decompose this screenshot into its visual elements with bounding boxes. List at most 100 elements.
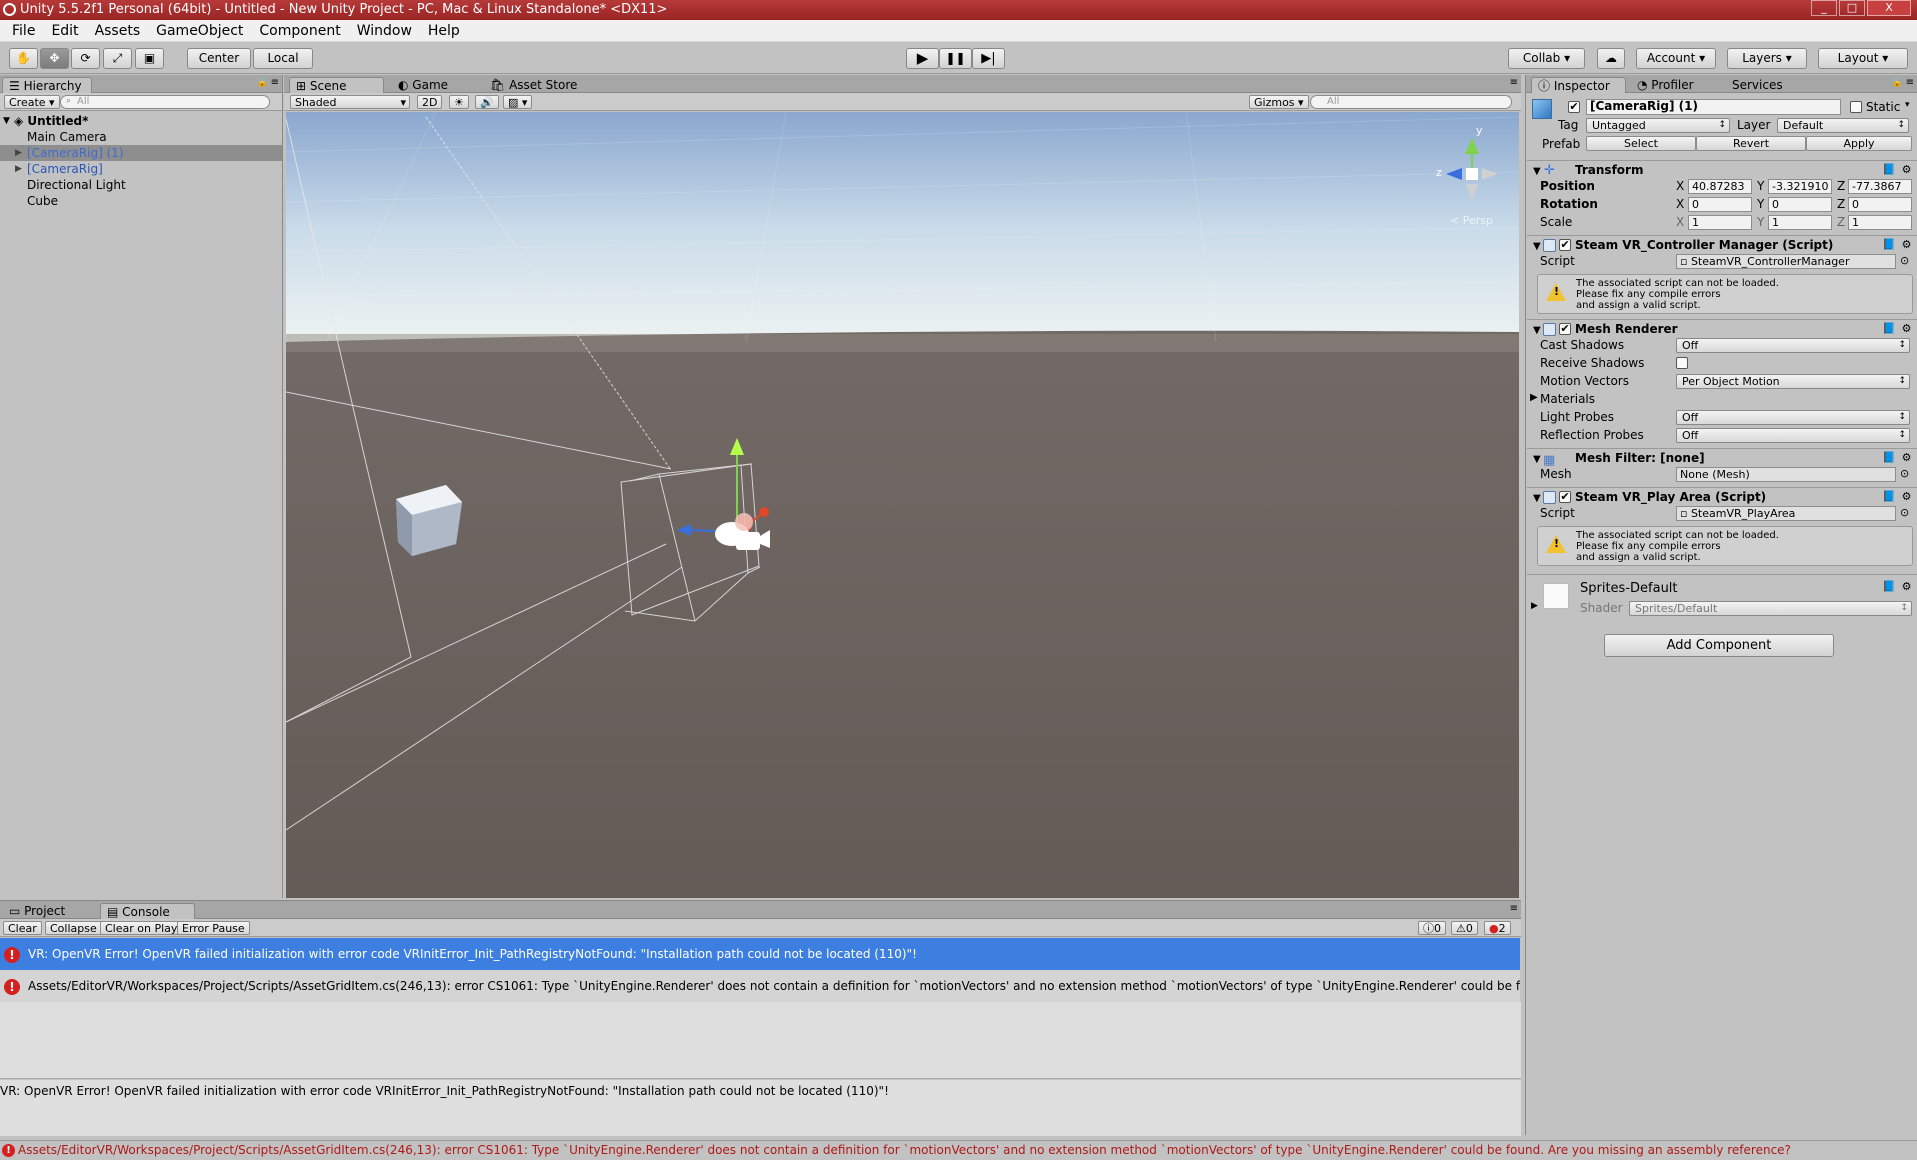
settings-gear-icon[interactable]: ⚙ [1900,239,1913,252]
shading-mode-dropdown[interactable]: Shaded ▾ [290,95,410,109]
rotation-y-field[interactable]: 0 [1768,197,1832,212]
tab-project[interactable]: ▭ Project [3,903,93,919]
rotation-z-field[interactable]: 0 [1848,197,1912,212]
motion-vectors-dropdown[interactable]: Per Object Motion [1676,374,1910,389]
prefab-revert-button[interactable]: Revert [1696,136,1806,151]
panel-menu-icon[interactable]: ≡ [1906,77,1914,88]
rotate-tool-icon[interactable]: ⟳ [71,48,100,69]
layout-dropdown[interactable]: Layout ▾ [1818,48,1908,69]
expand-arrow-icon[interactable]: ▶ [1531,601,1538,611]
mesh-field[interactable]: None (Mesh) [1676,467,1896,482]
error-count-toggle[interactable]: ●2 [1484,921,1511,935]
panel-menu-icon[interactable]: ≡ [1510,77,1518,88]
step-icon[interactable]: ▶| [972,48,1005,69]
hierarchy-item[interactable]: Main Camera [0,129,282,145]
object-picker-icon[interactable]: ⊙ [1900,467,1909,480]
expand-arrow-icon[interactable]: ▶ [15,161,22,177]
hierarchy-item[interactable]: Directional Light [0,177,282,193]
object-name-field[interactable]: [CameraRig] (1) [1586,99,1841,115]
shader-dropdown[interactable]: Sprites/Default [1629,601,1912,616]
status-bar[interactable]: ! Assets/EditorVR/Workspaces/Project/Scr… [0,1140,1917,1160]
warning-count-toggle[interactable]: ⚠0 [1451,921,1478,935]
account-dropdown[interactable]: Account ▾ [1636,48,1716,69]
collab-button[interactable]: Collab ▾ [1508,48,1585,69]
layer-dropdown[interactable]: Default [1777,118,1909,133]
tab-hierarchy[interactable]: ☰ Hierarchy [2,77,92,93]
settings-gear-icon[interactable]: ⚙ [1900,323,1913,336]
help-icon[interactable]: 📘 [1882,491,1896,504]
hierarchy-item-selected[interactable]: ▶ [CameraRig] (1) [0,145,282,161]
prefab-select-button[interactable]: Select [1586,136,1696,151]
play-icon[interactable]: ▶ [906,48,939,69]
help-icon[interactable]: 📘 [1882,581,1896,594]
transform-header[interactable]: ▼ ✛ Transform 📘 ⚙ [1527,160,1917,179]
menu-help[interactable]: Help [420,23,468,39]
console-message-selected[interactable]: ! VR: OpenVR Error! OpenVR failed initia… [0,938,1520,970]
tab-scene[interactable]: ⊞ Scene [289,77,384,93]
tab-inspector[interactable]: ⓘ Inspector [1531,77,1626,93]
tab-profiler[interactable]: ◔ Profiler [1631,77,1716,93]
settings-gear-icon[interactable]: ⚙ [1900,452,1913,465]
static-dropdown-icon[interactable]: ▾ [1905,100,1910,110]
console-message[interactable]: ! Assets/EditorVR/Workspaces/Project/Scr… [0,970,1520,1002]
hierarchy-search-input[interactable]: All [60,95,270,109]
object-picker-icon[interactable]: ⊙ [1900,506,1909,519]
settings-gear-icon[interactable]: ⚙ [1900,581,1913,594]
menu-edit[interactable]: Edit [43,23,86,39]
lighting-toggle-icon[interactable]: ☀ [449,95,469,109]
lock-icon[interactable]: 🔒 [1892,78,1903,88]
tab-game[interactable]: ◐ Game [392,77,472,93]
pivot-center-button[interactable]: Center [187,48,251,69]
panel-menu-icon[interactable]: ≡ [1510,903,1518,914]
panel-menu-icon[interactable]: ≡ [271,77,279,88]
settings-gear-icon[interactable]: ⚙ [1900,491,1913,504]
rect-tool-icon[interactable]: ▣ [135,48,164,69]
tab-services[interactable]: Services [1726,77,1811,93]
static-checkbox[interactable] [1850,101,1862,113]
help-icon[interactable]: 📘 [1882,323,1896,336]
prefab-apply-button[interactable]: Apply [1806,136,1912,151]
rotation-x-field[interactable]: 0 [1688,197,1752,212]
menu-file[interactable]: File [4,23,43,39]
pivot-local-button[interactable]: Local [253,48,313,69]
expand-arrow-icon[interactable]: ▼ [3,113,10,129]
scale-y-field[interactable]: 1 [1768,215,1832,230]
help-icon[interactable]: 📘 [1882,239,1896,252]
tab-console[interactable]: ▤ Console [100,903,195,919]
layers-dropdown[interactable]: Layers ▾ [1727,48,1807,69]
scale-x-field[interactable]: 1 [1688,215,1752,230]
component-enabled-checkbox[interactable]: ✔ [1559,491,1571,503]
console-detail-pane[interactable]: VR: OpenVR Error! OpenVR failed initiali… [0,1080,1521,1136]
pause-icon[interactable]: ❚❚ [939,48,972,69]
script-field[interactable]: ▫ SteamVR_PlayArea [1676,506,1896,521]
help-icon[interactable]: 📘 [1882,452,1896,465]
add-component-button[interactable]: Add Component [1604,634,1834,657]
scene-row[interactable]: ▼ ◈ Untitled* [0,113,282,129]
collapse-button[interactable]: Collapse [45,921,102,935]
scene-viewport[interactable]: y z < Persp [286,112,1519,898]
active-checkbox[interactable]: ✔ [1568,101,1580,113]
mesh-filter-header[interactable]: ▼ ▦ Mesh Filter: [none] 📘 ⚙ [1527,448,1917,468]
tag-dropdown[interactable]: Untagged [1586,118,1730,133]
mesh-renderer-header[interactable]: ▼ ✔ Mesh Renderer 📘 ⚙ [1527,319,1917,338]
component-enabled-checkbox[interactable]: ✔ [1559,239,1571,251]
scene-search-input[interactable]: All [1310,95,1512,109]
position-z-field[interactable]: -77.3867 [1848,179,1912,194]
hierarchy-item[interactable]: Cube [0,193,282,209]
cloud-icon[interactable]: ☁ [1597,48,1625,69]
create-dropdown[interactable]: Create ▾ [4,95,60,109]
gizmos-dropdown[interactable]: Gizmos ▾ [1249,95,1309,109]
light-probes-dropdown[interactable]: Off [1676,410,1910,425]
play-area-header[interactable]: ▼ ✔ Steam VR_Play Area (Script) 📘 ⚙ [1527,487,1917,506]
menu-component[interactable]: Component [251,23,348,39]
reflection-probes-dropdown[interactable]: Off [1676,428,1910,443]
position-y-field[interactable]: -3.321910 [1768,179,1832,194]
component-enabled-checkbox[interactable]: ✔ [1559,323,1571,335]
minimize-button[interactable]: _ [1811,0,1837,16]
script-field[interactable]: ▫ SteamVR_ControllerManager [1676,254,1896,269]
effects-dropdown-icon[interactable]: ▨ ▾ [503,95,533,109]
menu-assets[interactable]: Assets [87,23,149,39]
hand-tool-icon[interactable]: ✋ [9,48,38,69]
expand-arrow-icon[interactable]: ▶ [1530,392,1538,403]
settings-gear-icon[interactable]: ⚙ [1900,164,1913,177]
